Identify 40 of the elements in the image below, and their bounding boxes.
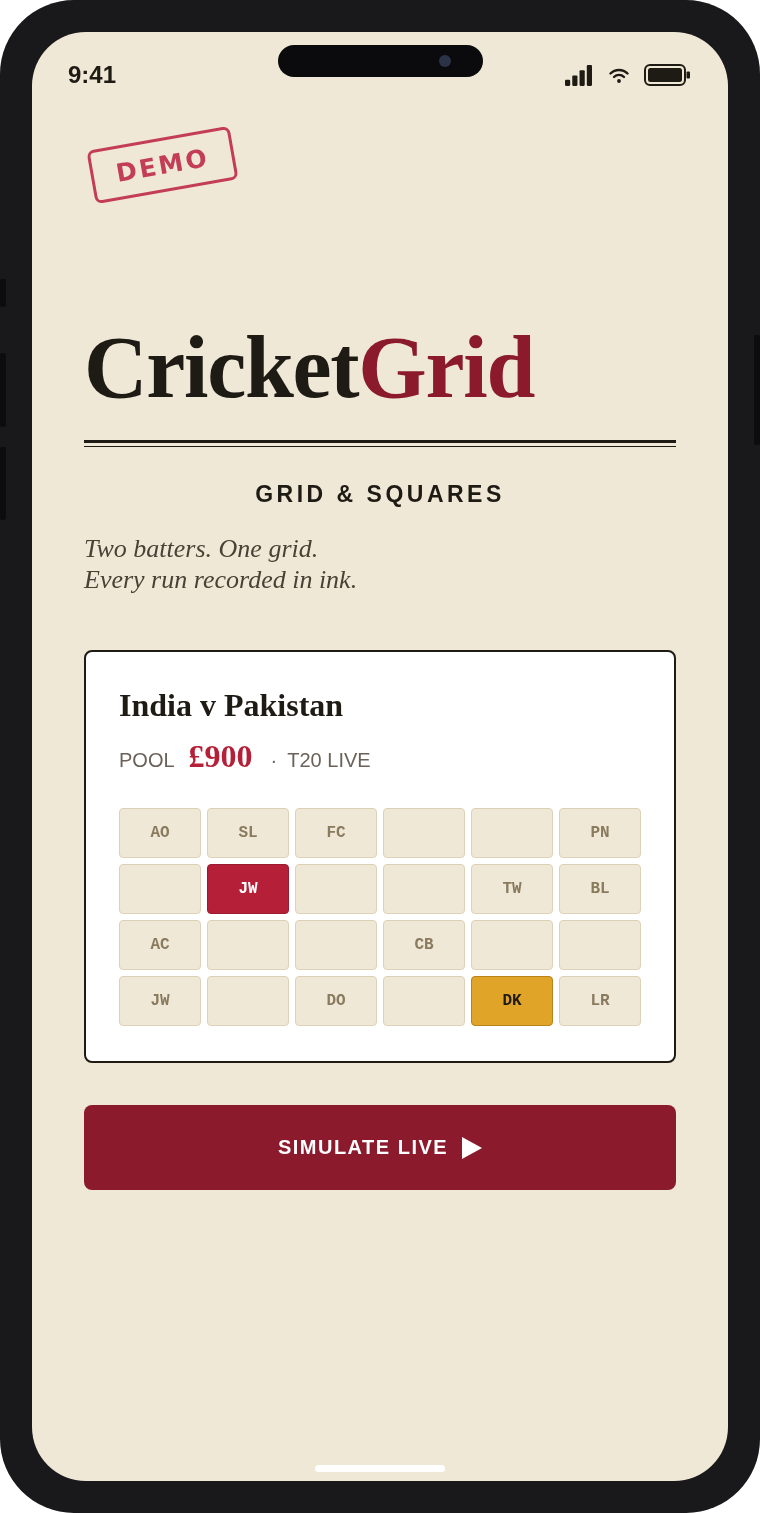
grid-square[interactable]: LR [559,976,641,1027]
grid-square[interactable] [471,808,553,859]
grid-square[interactable]: SL [207,808,289,859]
grid-square[interactable]: JW [119,976,201,1027]
grid-square[interactable]: AO [119,808,201,859]
grid-square[interactable]: DK [471,976,553,1027]
grid-square[interactable] [559,920,641,971]
pool-amount: £900 [188,737,253,776]
grid-square[interactable]: JW [207,864,289,915]
status-time: 9:41 [68,61,117,89]
camera-lens-icon [439,55,451,67]
play-icon [462,1136,483,1159]
signal-icon [565,64,592,86]
grid-square[interactable]: DO [295,976,377,1027]
grid-square[interactable] [383,808,465,859]
grid-square[interactable] [471,920,553,971]
separator-dot: · [270,748,278,773]
app-logo: CricketGrid [84,324,535,412]
simulate-button[interactable]: SIMULATE LIVE [84,1105,676,1191]
grid-square[interactable] [383,976,465,1027]
grid-square[interactable]: BL [559,864,641,915]
grid-square[interactable]: CB [383,920,465,971]
battery-icon [644,64,690,86]
pool-label: POOL [119,748,175,773]
tagline: Two batters. One grid. Every run recorded in ink. [84,532,358,596]
grid-square[interactable] [207,976,289,1027]
demo-stamp: DEMO [86,125,239,205]
grid-square[interactable] [119,864,201,915]
match-title: India v Pakistan [119,685,344,724]
grid-square[interactable]: FC [295,808,377,859]
grid-square[interactable]: AC [119,920,201,971]
grid-square[interactable] [207,920,289,971]
grid-square[interactable]: PN [559,808,641,859]
grid-square[interactable] [383,864,465,915]
grid-square[interactable] [295,864,377,915]
grid-square[interactable]: TW [471,864,553,915]
section-heading: GRID & SQUARES [255,481,505,509]
grid-square[interactable] [295,920,377,971]
match-format: T20 LIVE [287,748,371,773]
wifi-icon [609,67,629,83]
